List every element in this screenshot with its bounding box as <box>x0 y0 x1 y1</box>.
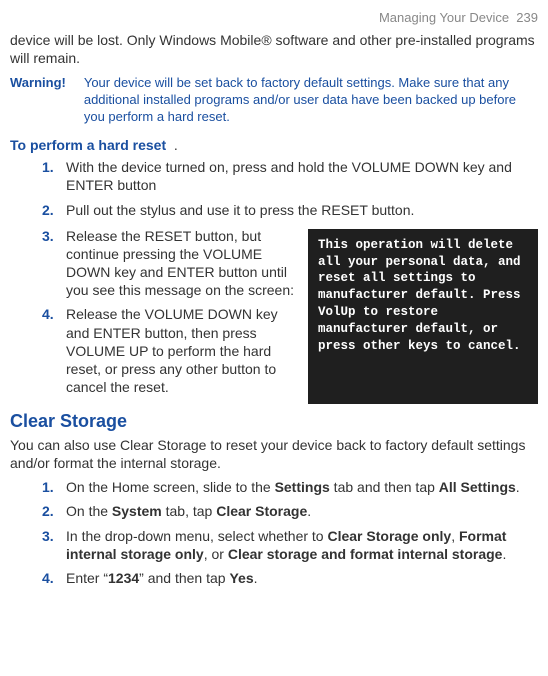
clear-storage-steps: On the Home screen, slide to the Setting… <box>10 478 538 587</box>
page-header: Managing Your Device 239 <box>10 10 538 27</box>
cs4-d: Yes <box>229 570 253 586</box>
cs3-b: Clear Storage only <box>327 528 451 544</box>
clear-storage-step-4: Enter “1234” and then tap Yes. <box>66 569 538 587</box>
page-number: 239 <box>516 10 538 25</box>
device-screen-message: This operation will delete all your pers… <box>308 229 538 405</box>
cs1-a: On the Home screen, slide to the <box>66 479 275 495</box>
hard-reset-title-text: To perform a hard reset <box>10 137 166 153</box>
cs3-e: , or <box>204 546 228 562</box>
hard-reset-steps-top: With the device turned on, press and hol… <box>10 158 538 219</box>
cs2-d: Clear Storage <box>216 503 307 519</box>
hard-reset-dot: . <box>174 137 178 153</box>
clear-storage-step-2: On the System tab, tap Clear Storage. <box>66 502 538 520</box>
hard-reset-step-1: With the device turned on, press and hol… <box>66 158 538 194</box>
cs3-a: In the drop-down menu, select whether to <box>66 528 327 544</box>
cs2-e: . <box>307 503 311 519</box>
cs3-g: . <box>502 546 506 562</box>
cs1-e: . <box>516 479 520 495</box>
hard-reset-step-4: Release the VOLUME DOWN key and ENTER bu… <box>66 305 296 396</box>
intro-paragraph: device will be lost. Only Windows Mobile… <box>10 31 538 67</box>
clear-storage-step-3: In the drop-down menu, select whether to… <box>66 527 538 563</box>
cs2-b: System <box>112 503 162 519</box>
hard-reset-title: To perform a hard reset . <box>10 136 538 154</box>
warning-block: Warning! Your device will be set back to… <box>10 75 538 126</box>
cs1-d: All Settings <box>439 479 516 495</box>
cs4-c: ” and then tap <box>139 570 229 586</box>
cs1-c: tab and then tap <box>330 479 439 495</box>
clear-storage-title: Clear Storage <box>10 410 538 433</box>
cs3-c: , <box>451 528 459 544</box>
cs4-a: Enter “ <box>66 570 108 586</box>
section-name: Managing Your Device <box>379 10 509 25</box>
hard-reset-step-2: Pull out the stylus and use it to press … <box>66 201 538 219</box>
cs1-b: Settings <box>275 479 330 495</box>
clear-storage-intro: You can also use Clear Storage to reset … <box>10 436 538 472</box>
cs3-f: Clear storage and format internal storag… <box>228 546 503 562</box>
cs4-e: . <box>254 570 258 586</box>
warning-label: Warning! <box>10 75 84 126</box>
hard-reset-steps-left: Release the RESET button, but continue p… <box>10 227 296 397</box>
cs4-b: 1234 <box>108 570 139 586</box>
cs2-c: tab, tap <box>162 503 216 519</box>
clear-storage-step-1: On the Home screen, slide to the Setting… <box>66 478 538 496</box>
cs2-a: On the <box>66 503 112 519</box>
hard-reset-step-3: Release the RESET button, but continue p… <box>66 227 296 300</box>
warning-text: Your device will be set back to factory … <box>84 75 538 126</box>
